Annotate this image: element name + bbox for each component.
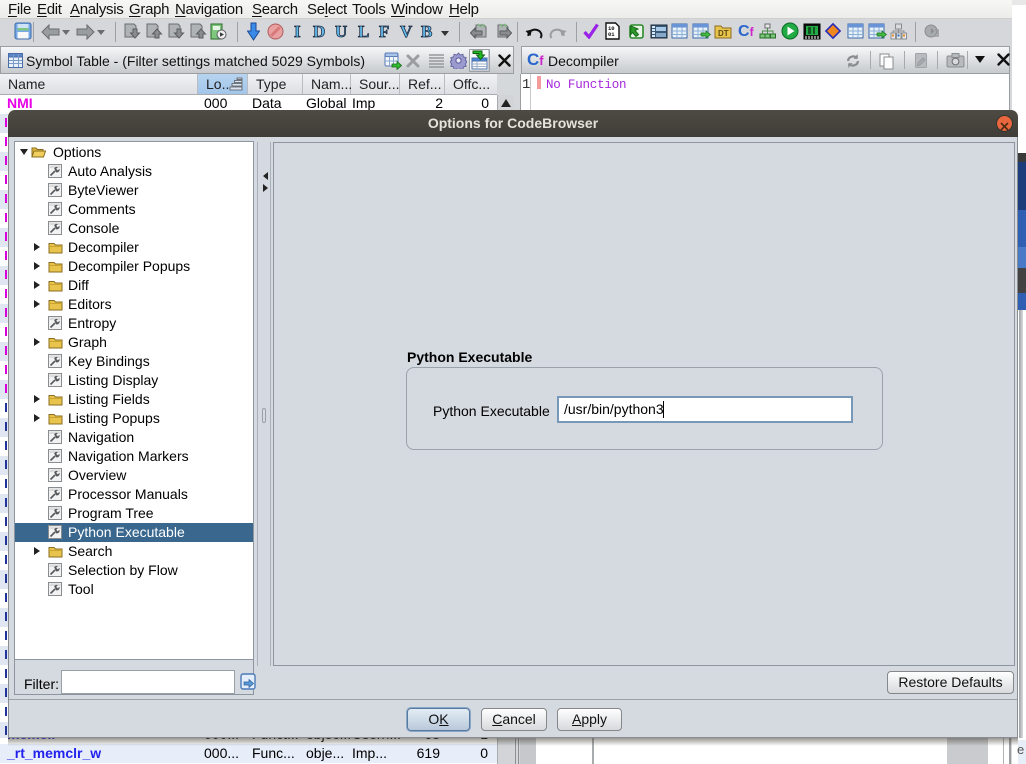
svg-text:01: 01 [608,31,615,38]
svg-text:DT: DT [718,29,729,38]
